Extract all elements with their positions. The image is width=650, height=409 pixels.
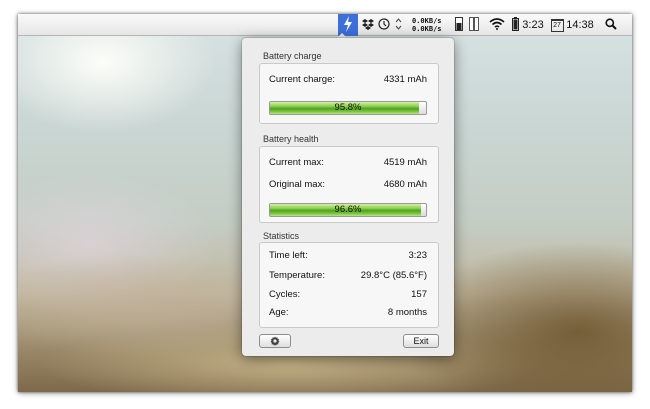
stat-row-temperature: Temperature: 29.8°C (85.6°F)	[269, 270, 427, 283]
charge-progress-bar: 95.8%	[269, 101, 427, 115]
original-max-value: 4680 mAh	[383, 179, 427, 190]
dropbox-icon	[362, 18, 374, 33]
wifi-icon	[489, 17, 505, 33]
spotlight-icon	[605, 17, 617, 33]
current-charge-value: 4331 mAh	[383, 74, 427, 85]
battery-health-title: Battery health	[263, 134, 319, 144]
net-download-speed: 0.0KB/s	[412, 25, 442, 33]
health-progress-bar: 96.6%	[269, 203, 427, 217]
calendar-day: 27	[553, 21, 561, 29]
net-upload-speed: 0.0KB/s	[412, 17, 442, 25]
current-charge-row: Current charge: 4331 mAh	[269, 74, 427, 87]
original-max-row: Original max: 4680 mAh	[269, 179, 427, 192]
cpu-icon	[469, 16, 479, 34]
stat-row-cycles: Cycles: 157	[269, 289, 427, 302]
stepper-menu-item[interactable]	[393, 14, 403, 36]
time-left-label: Time left:	[269, 250, 308, 261]
memory-menu-item[interactable]	[452, 14, 466, 36]
statistics-title: Statistics	[263, 231, 300, 241]
battery-time[interactable]: 3:23	[521, 14, 545, 36]
clock[interactable]: 14:38	[566, 14, 594, 36]
clock-icon	[378, 17, 390, 33]
temperature-value: 29.8°C (85.6°F)	[360, 270, 427, 281]
spotlight-menu-item[interactable]	[603, 14, 619, 36]
battery-charge-title: Battery charge	[263, 51, 322, 61]
exit-button[interactable]: Exit	[403, 334, 439, 348]
battery-icon	[511, 16, 519, 34]
temperature-label: Temperature:	[269, 270, 325, 281]
current-max-value: 4519 mAh	[383, 157, 427, 168]
current-charge-label: Current charge:	[269, 74, 336, 85]
health-percent: 96.6%	[334, 204, 362, 215]
network-monitor[interactable]: 0.0KB/s 0.0KB/s	[412, 14, 450, 36]
settings-button[interactable]	[259, 334, 291, 348]
charge-percent: 95.8%	[334, 102, 362, 113]
timer-menu-item[interactable]	[377, 14, 391, 36]
age-label: Age:	[269, 307, 289, 318]
battery-menu-item[interactable]	[510, 14, 520, 36]
dropbox-menu-item[interactable]	[360, 14, 376, 36]
cpu-menu-item[interactable]	[467, 14, 481, 36]
current-max-label: Current max:	[269, 157, 324, 168]
wifi-menu-item[interactable]	[488, 14, 506, 36]
calendar-menu-item[interactable]: 27	[550, 14, 564, 36]
stat-row-age: Age: 8 months	[269, 307, 427, 320]
bolt-icon	[343, 15, 353, 35]
current-max-row: Current max: 4519 mAh	[269, 157, 427, 170]
memory-icon	[455, 16, 463, 34]
calendar-icon: 27	[550, 18, 564, 32]
cycles-label: Cycles:	[269, 289, 301, 300]
time-left-value: 3:23	[408, 250, 428, 261]
stepper-icon	[395, 17, 402, 33]
gear-icon	[270, 336, 280, 349]
menu-bar: 0.0KB/s 0.0KB/s 3:23 27 14:38	[18, 14, 632, 36]
age-value: 8 months	[387, 307, 427, 318]
stat-row-time-left: Time left: 3:23	[269, 250, 427, 263]
original-max-label: Original max:	[269, 179, 325, 190]
cycles-value: 157	[411, 289, 427, 300]
